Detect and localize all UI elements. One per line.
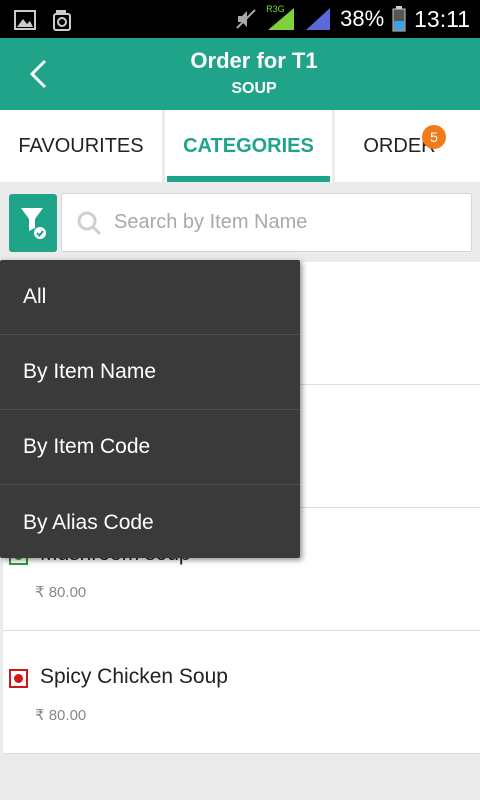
- filter-option-by-item-code[interactable]: By Item Code: [0, 410, 300, 485]
- gallery-notification-icon: [14, 10, 36, 30]
- item-price: ₹ 80.00: [35, 584, 87, 601]
- tab-label: FAVOURITES: [18, 134, 144, 157]
- order-count-badge: 5: [422, 125, 446, 149]
- filter-option-by-item-name[interactable]: By Item Name: [0, 335, 300, 410]
- signal-strength-icon-2: [306, 8, 331, 30]
- item-name: Spicy Chicken Soup: [40, 665, 228, 688]
- mute-icon: [236, 9, 256, 29]
- page-title: Order for T1: [190, 48, 318, 73]
- tab-label: CATEGORIES: [183, 134, 314, 157]
- list-item[interactable]: Spicy Chicken Soup ₹ 80.00: [3, 631, 480, 754]
- battery-icon: [392, 6, 406, 32]
- item-price: ₹ 80.00: [35, 707, 87, 724]
- battery-percent: 38%: [340, 6, 385, 31]
- search-icon: [77, 211, 102, 235]
- search-input[interactable]: [114, 211, 454, 234]
- filter-dropdown-menu: All By Item Name By Item Code By Alias C…: [0, 260, 300, 558]
- filter-button[interactable]: [9, 194, 57, 252]
- app-notification-icon: [53, 10, 71, 31]
- non-veg-indicator-icon: [9, 669, 28, 688]
- status-bar: R3G 38% 13:11: [0, 0, 480, 38]
- search-bar: [61, 193, 472, 252]
- filter-option-by-alias-code[interactable]: By Alias Code: [0, 485, 300, 560]
- tab-order[interactable]: ORDER 5: [335, 110, 480, 182]
- filter-option-all[interactable]: All: [0, 260, 300, 335]
- tab-categories[interactable]: CATEGORIES: [165, 110, 335, 182]
- filter-icon: [21, 208, 46, 239]
- tab-favourites[interactable]: FAVOURITES: [0, 110, 165, 182]
- page-subtitle: SOUP: [231, 80, 277, 97]
- app-bar: Order for T1 SOUP: [0, 38, 480, 110]
- signal-strength-icon: [268, 8, 295, 30]
- clock: 13:11: [414, 5, 470, 32]
- tab-bar: FAVOURITES CATEGORIES ORDER 5: [0, 110, 480, 182]
